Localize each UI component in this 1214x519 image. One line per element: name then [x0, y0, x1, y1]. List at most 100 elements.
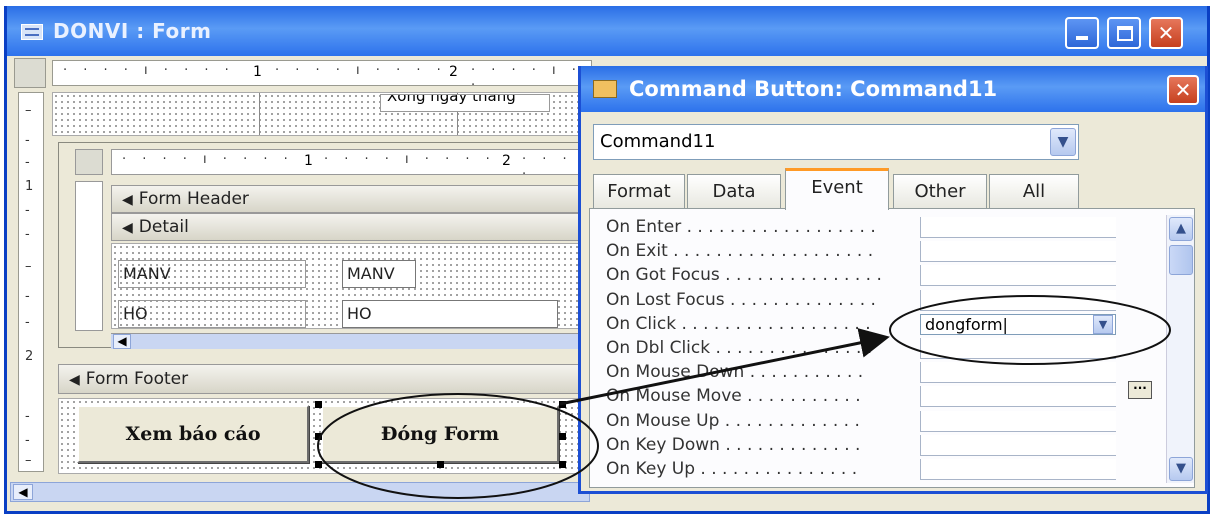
property-value[interactable]: [920, 434, 1116, 456]
scroll-up-icon[interactable]: ▲: [1169, 217, 1193, 241]
tab-all[interactable]: All: [989, 174, 1079, 208]
selection-handle[interactable]: [437, 461, 444, 468]
form-footer-label: Form Footer: [85, 369, 189, 389]
top-ruler: · · · · ı · · · · 1 · · · · ı · · · · 2 …: [52, 60, 592, 93]
selection-handle[interactable]: [559, 401, 566, 408]
property-row-on-got-focus[interactable]: On Got Focus . . . . . . . . . . . . . .…: [600, 263, 1120, 287]
property-sheet-title-bar[interactable]: Command Button: Command11 ✕: [581, 66, 1205, 112]
tab-format[interactable]: Format: [593, 174, 685, 208]
property-label: On Click: [606, 313, 677, 334]
property-row-on-mouse-down[interactable]: On Mouse Down . . . . . . . . . . .: [600, 360, 1120, 384]
property-row-on-lost-focus[interactable]: On Lost Focus . . . . . . . . . . . . . …: [600, 288, 1120, 312]
property-label: On Mouse Move: [606, 386, 742, 407]
ruler-corner[interactable]: [14, 58, 46, 88]
event-properties-panel: On Enter . . . . . . . . . . . . . . . .…: [589, 208, 1195, 488]
detail-band[interactable]: ◀ Detail: [111, 213, 581, 241]
form-header-label: Form Header: [138, 189, 249, 209]
property-list-scrollbar[interactable]: ▲ ▼: [1166, 215, 1194, 483]
subform-ruler-mark: 2: [502, 153, 511, 169]
tab-event[interactable]: Event: [785, 168, 889, 210]
property-value[interactable]: [920, 458, 1116, 480]
scroll-left-icon[interactable]: ◀: [113, 334, 131, 349]
property-value[interactable]: [920, 337, 1116, 359]
selection-handle[interactable]: [559, 461, 566, 468]
field-label-ho[interactable]: HO: [118, 300, 306, 328]
property-value[interactable]: [920, 410, 1116, 432]
close-button[interactable]: ✕: [1149, 17, 1183, 49]
property-label: On Key Up: [606, 458, 696, 479]
view-report-button[interactable]: Xem báo cáo: [77, 405, 309, 463]
section-arrow-icon: ◀: [122, 220, 133, 236]
property-label: On Lost Focus: [606, 289, 725, 310]
close-form-button[interactable]: Đóng Form: [321, 405, 559, 463]
on-click-value[interactable]: dongform| ▼: [920, 313, 1116, 335]
detail-section[interactable]: MANV MANV HO HO: [111, 243, 581, 329]
selection-handle[interactable]: [315, 461, 322, 468]
property-label: On Dbl Click: [606, 337, 711, 358]
property-row-on-mouse-move[interactable]: On Mouse Move . . . . . . . . . . .: [600, 384, 1120, 408]
form-footer-section[interactable]: Xem báo cáo Đóng Form: [58, 398, 592, 474]
field-textbox-ho[interactable]: HO: [342, 300, 558, 328]
subform-ruler-mark: 1: [304, 153, 313, 169]
tab-other[interactable]: Other: [893, 174, 987, 208]
property-value[interactable]: [920, 362, 1116, 384]
selection-handle[interactable]: [315, 401, 322, 408]
property-row-on-exit[interactable]: On Exit . . . . . . . . . . . . . . . . …: [600, 239, 1120, 263]
subform-left-ruler: [75, 181, 103, 331]
property-row-on-click[interactable]: On Click . . . . . . . . . . . . . . . .…: [600, 312, 1120, 336]
title-bar[interactable]: DONVI : Form ✕: [7, 6, 1207, 56]
property-sheet-window: Command Button: Command11 ✕ Command11 ▼ …: [578, 66, 1208, 494]
property-sheet-close-button[interactable]: ✕: [1167, 75, 1199, 105]
form-footer-band[interactable]: ◀ Form Footer: [58, 364, 592, 394]
chevron-down-icon[interactable]: ▼: [1050, 128, 1076, 156]
header-label[interactable]: Xong ngày tháng: [380, 94, 550, 112]
property-label: On Mouse Down: [606, 362, 745, 383]
subform-control[interactable]: · · · · ı · · · · 1 · · · · ı · · · · 2 …: [58, 142, 592, 349]
minimize-button[interactable]: [1065, 17, 1099, 49]
subform-horizontal-scrollbar[interactable]: ◀: [111, 333, 581, 349]
section-arrow-icon: ◀: [69, 372, 80, 388]
builder-button[interactable]: ···: [1128, 381, 1152, 399]
close-icon: ✕: [1157, 21, 1175, 45]
event-property-list: On Enter . . . . . . . . . . . . . . . .…: [600, 215, 1120, 481]
property-label: On Mouse Up: [606, 410, 720, 431]
form-header-band[interactable]: ◀ Form Header: [111, 185, 581, 213]
selection-handle[interactable]: [315, 433, 322, 440]
chevron-down-icon[interactable]: ▼: [1093, 314, 1113, 334]
minimize-icon: [1076, 36, 1088, 40]
property-value[interactable]: [920, 217, 1116, 238]
subform-ruler: · · · · ı · · · · 1 · · · · ı · · · · 2 …: [111, 149, 581, 182]
property-row-on-mouse-up[interactable]: On Mouse Up . . . . . . . . . . . . .: [600, 409, 1120, 433]
properties-icon: [593, 80, 617, 98]
property-row-on-key-down[interactable]: On Key Down . . . . . . . . . . . . .: [600, 433, 1120, 457]
property-value[interactable]: [920, 289, 1116, 311]
window-title: DONVI : Form: [53, 19, 212, 43]
scroll-down-icon[interactable]: ▼: [1169, 457, 1193, 481]
close-icon: ✕: [1174, 78, 1192, 102]
field-label-manv[interactable]: MANV: [118, 260, 306, 288]
property-row-on-key-up[interactable]: On Key Up . . . . . . . . . . . . . . .: [600, 457, 1120, 481]
maximize-button[interactable]: [1107, 17, 1141, 49]
property-value[interactable]: [920, 386, 1116, 408]
ruler-mark: 2: [449, 64, 458, 80]
scroll-left-icon[interactable]: ◀: [13, 484, 33, 500]
detail-label: Detail: [138, 217, 189, 237]
object-selector-value: Command11: [600, 131, 716, 152]
left-ruler-mark: 2: [25, 349, 34, 364]
property-row-on-enter[interactable]: On Enter . . . . . . . . . . . . . . . .…: [600, 215, 1120, 239]
form-icon: [21, 24, 43, 40]
object-selector[interactable]: Command11 ▼: [593, 124, 1079, 160]
tab-data[interactable]: Data: [687, 174, 781, 208]
property-label: On Exit: [606, 241, 668, 262]
ruler-mark: 1: [253, 64, 262, 80]
scroll-thumb[interactable]: [1169, 245, 1193, 275]
selection-handle[interactable]: [559, 433, 566, 440]
subform-ruler-corner[interactable]: [75, 149, 103, 175]
property-value[interactable]: [920, 241, 1116, 263]
field-textbox-manv[interactable]: MANV: [342, 260, 416, 288]
form-horizontal-scrollbar[interactable]: ◀: [10, 482, 590, 502]
property-value[interactable]: [920, 265, 1116, 287]
property-label: On Got Focus: [606, 265, 720, 286]
property-row-on-dbl-click[interactable]: On Dbl Click . . . . . . . . . . . . . .…: [600, 336, 1120, 360]
property-label: On Key Down: [606, 434, 720, 455]
